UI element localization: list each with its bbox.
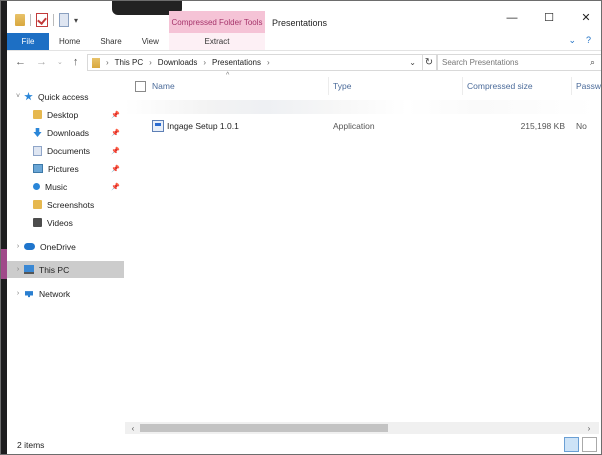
tab-file[interactable]: File [7,33,49,50]
help-icon[interactable]: ? [586,35,591,46]
search-icon: ⌕ [589,57,595,67]
file-list: ^ Name Type Compressed size Passw Ingage… [125,72,601,433]
nav-quick-access[interactable]: ˅ Quick access [7,88,124,105]
ribbon-tabs: File Home Share View Extract ⌄ ? [7,33,601,51]
tab-view[interactable]: View [132,33,169,50]
navigation-pane: ˅ Quick access Desktop 📌 Downloads 📌 Doc… [7,73,124,439]
column-password[interactable]: Passw [576,81,601,91]
tab-share[interactable]: Share [90,33,131,50]
pin-icon: 📌 [111,183,120,191]
chevron-right-icon[interactable]: › [149,58,152,67]
nav-item-documents[interactable]: Documents 📌 [7,142,124,159]
column-compressed-size[interactable]: Compressed size [467,81,533,91]
search-input[interactable]: Search Presentations ⌕ [437,54,601,71]
column-type[interactable]: Type [333,81,351,91]
minimize-button[interactable]: — [505,12,519,24]
file-type: Application [333,121,375,131]
nav-onedrive[interactable]: › OneDrive [7,238,124,255]
window-title: Presentations [272,18,328,28]
network-icon [25,291,33,298]
expand-ribbon-icon[interactable]: ⌄ [568,35,576,46]
chevron-right-icon[interactable]: › [14,290,22,297]
column-headers: ^ Name Type Compressed size Passw [125,72,601,95]
folder-icon [33,200,42,209]
select-all-checkbox[interactable] [135,81,146,92]
picture-icon [33,164,43,173]
back-arrow-icon[interactable]: ← [15,56,26,68]
nav-item-videos[interactable]: Videos [7,214,124,231]
computer-icon [24,265,34,274]
pin-icon: 📌 [111,129,120,137]
chevron-right-icon[interactable]: › [203,58,206,67]
folder-icon [15,14,25,26]
new-folder-icon[interactable] [59,13,69,27]
scroll-left-icon[interactable]: ‹ [127,422,139,434]
star-icon [24,92,33,101]
download-icon [33,128,42,137]
pin-icon: 📌 [111,165,120,173]
chevron-right-icon[interactable]: › [14,266,22,273]
video-icon [33,218,42,227]
large-icons-view-icon[interactable] [582,437,597,452]
properties-icon[interactable] [36,13,48,27]
nav-item-desktop[interactable]: Desktop 📌 [7,106,124,123]
address-bar[interactable]: › This PC › Downloads › Presentations › … [87,54,423,71]
pin-icon: 📌 [111,111,120,119]
application-icon [152,120,164,132]
quick-access-toolbar: ▾ [15,13,78,27]
refresh-button[interactable]: ↻ [422,54,437,71]
sort-ascending-icon: ^ [226,72,230,79]
file-password: No [576,121,587,131]
status-bar: 2 items [7,435,601,454]
column-name[interactable]: Name [152,81,175,91]
folder-icon [92,57,100,68]
address-dropdown-icon[interactable]: ⌄ [409,58,416,67]
nav-item-music[interactable]: Music 📌 [7,178,124,195]
table-row[interactable]: Ingage Setup 1.0.1 Application 215,198 K… [125,117,601,134]
close-button[interactable]: ✕ [579,11,593,24]
recent-locations-icon[interactable]: ⌄ [57,58,63,66]
maximize-button[interactable]: ☐ [542,11,556,24]
document-icon [33,145,42,156]
explorer-window: ▾ Compressed Folder Tools Presentations … [0,0,602,455]
details-view-icon[interactable] [564,437,579,452]
nav-item-pictures[interactable]: Pictures 📌 [7,160,124,177]
cloud-icon [24,243,35,250]
tab-extract[interactable]: Extract [169,33,265,50]
item-count: 2 items [17,440,45,450]
chevron-down-icon[interactable]: ▾ [74,16,78,25]
nav-item-downloads[interactable]: Downloads 📌 [7,124,124,141]
breadcrumb-this-pc[interactable]: This PC [115,58,143,67]
chevron-down-icon[interactable]: ˅ [14,93,22,100]
nav-this-pc[interactable]: › This PC [7,261,124,278]
nav-item-screenshots[interactable]: Screenshots [7,196,124,213]
breadcrumb-downloads[interactable]: Downloads [158,58,198,67]
breadcrumb-presentations[interactable]: Presentations [212,58,261,67]
address-row: ← → ⌄ ↑ › This PC › Downloads › Presenta… [7,51,601,73]
chevron-right-icon[interactable]: › [14,243,22,250]
chevron-right-icon[interactable]: › [267,58,270,67]
up-arrow-icon[interactable]: ↑ [73,56,79,68]
music-icon [33,183,40,190]
scrollbar-thumb[interactable] [140,424,388,432]
search-placeholder: Search Presentations [442,58,519,67]
title-bar: ▾ Compressed Folder Tools Presentations … [7,1,601,33]
nav-network[interactable]: › Network [7,285,124,302]
compressed-folder-tools-tab[interactable]: Compressed Folder Tools [169,11,265,33]
folder-icon [33,110,42,119]
blurred-row[interactable] [125,100,595,114]
tab-home[interactable]: Home [49,33,90,50]
file-name[interactable]: Ingage Setup 1.0.1 [167,121,239,131]
scroll-right-icon[interactable]: › [583,422,595,434]
pin-icon: 📌 [111,147,120,155]
horizontal-scrollbar[interactable]: ‹ › [125,422,599,434]
forward-arrow-icon[interactable]: → [36,56,47,68]
chevron-right-icon[interactable]: › [106,58,109,67]
file-size: 215,198 KB [520,121,565,131]
